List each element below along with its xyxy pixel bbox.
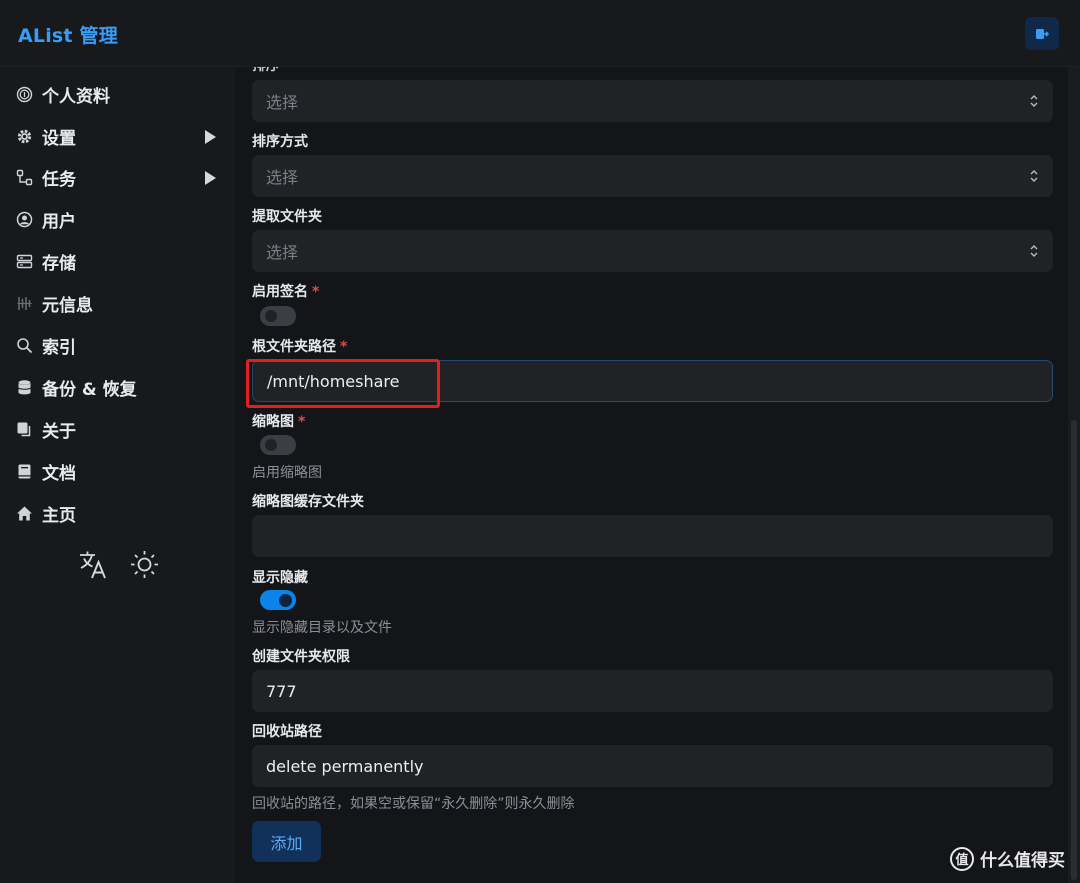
sidebar-item-label: 设置	[42, 128, 76, 149]
translate-icon[interactable]	[78, 549, 109, 584]
sidebar-item-docs[interactable]: 文档	[16, 456, 222, 486]
required-mark: *	[312, 284, 320, 300]
recycle-bin-label: 回收站路径	[252, 724, 322, 740]
extract-folder-label: 提取文件夹	[252, 209, 322, 225]
main-form: 排序 选择 排序方式 选择 提取文件夹 选择 启用签名* 根文件夹路径* /mn…	[235, 67, 1068, 883]
enable-sign-label: 启用签名 *	[252, 281, 319, 301]
watermark: 值 什么值得买	[950, 846, 1065, 871]
label-text: 启用签名	[252, 284, 308, 300]
sidebar-item-label: 个人资料	[42, 86, 110, 107]
order-direction-select[interactable]: 选择	[252, 155, 1053, 197]
sidebar-item-label: 关于	[42, 421, 76, 442]
copy-icon	[16, 419, 36, 439]
scrollbar-thumb[interactable]	[1071, 420, 1077, 880]
order-direction-label: 排序方式	[252, 134, 308, 150]
home-icon	[16, 503, 36, 523]
required-mark: *	[298, 414, 306, 430]
chevron-right-icon	[205, 130, 216, 144]
book-icon	[16, 461, 36, 481]
chevron-right-icon	[205, 171, 216, 185]
recycle-bin-input[interactable]: delete permanently	[252, 745, 1053, 787]
chevron-updown-icon	[1030, 170, 1038, 182]
add-button[interactable]: 添加	[252, 821, 321, 862]
label-text: 根文件夹路径	[252, 339, 336, 355]
root-folder-label: 根文件夹路径 *	[252, 336, 347, 356]
gear-icon	[16, 126, 36, 146]
show-hidden-toggle[interactable]	[260, 590, 296, 610]
sidebar-item-label: 文档	[42, 463, 76, 484]
logout-icon	[1036, 28, 1049, 39]
thumb-cache-input[interactable]	[252, 515, 1053, 557]
app-title[interactable]: AList 管理	[18, 21, 118, 48]
watermark-logo: 值	[950, 846, 974, 871]
thumbnail-label: 缩略图 *	[252, 411, 305, 431]
sidebar-item-index[interactable]: 索引	[16, 330, 222, 360]
chevron-updown-icon	[1030, 95, 1038, 107]
sidebar-item-meta[interactable]: 元信息	[16, 288, 222, 318]
show-hidden-help: 显示隐藏目录以及文件	[252, 620, 392, 636]
order-by-label: 排序	[252, 67, 280, 75]
sidebar-item-label: 主页	[42, 505, 76, 526]
highlight-box	[246, 359, 440, 408]
mkdir-perm-input[interactable]: 777	[252, 670, 1053, 712]
order-by-select[interactable]: 选择	[252, 80, 1053, 122]
mkdir-perm-label: 创建文件夹权限	[252, 649, 350, 665]
chevron-updown-icon	[1030, 245, 1038, 257]
sidebar-item-about[interactable]: 关于	[16, 414, 222, 444]
sidebar: 个人资料 设置 任务 用户 存储 元信息 索引 备份 & 恢复 关于 文档 主页	[0, 67, 235, 883]
sidebar-item-label: 备份 & 恢复	[42, 379, 137, 400]
toggle-knob	[279, 593, 292, 607]
database-icon	[16, 377, 36, 397]
sidebar-item-label: 存储	[42, 253, 76, 274]
sidebar-item-settings[interactable]: 设置	[16, 121, 222, 151]
sun-icon[interactable]	[129, 549, 160, 584]
sidebar-item-label: 任务	[42, 169, 76, 190]
sidebar-tools	[78, 549, 160, 584]
toggle-knob	[265, 439, 277, 451]
select-placeholder: 选择	[266, 243, 299, 262]
sidebar-item-tasks[interactable]: 任务	[16, 162, 222, 192]
user-circle-icon	[16, 209, 36, 229]
sidebar-item-users[interactable]: 用户	[16, 204, 222, 234]
thumb-cache-label: 缩略图缓存文件夹	[252, 494, 364, 510]
sidebar-item-label: 元信息	[42, 295, 93, 316]
select-placeholder: 选择	[266, 93, 299, 112]
top-header: AList 管理	[0, 0, 1080, 67]
logout-button[interactable]	[1025, 17, 1059, 50]
label-text: 缩略图	[252, 414, 294, 430]
watermark-text: 什么值得买	[980, 851, 1065, 871]
input-value: delete permanently	[266, 756, 424, 776]
thumbnail-help: 启用缩略图	[252, 465, 322, 481]
select-placeholder: 选择	[266, 168, 299, 187]
input-value: 777	[266, 681, 297, 701]
toggle-knob	[265, 310, 277, 322]
sidebar-item-label: 用户	[42, 211, 76, 232]
extract-folder-select[interactable]: 选择	[252, 230, 1053, 272]
sidebar-item-backup[interactable]: 备份 & 恢复	[16, 372, 222, 402]
flow-icon	[16, 167, 36, 187]
search-icon	[16, 335, 36, 355]
sidebar-item-profile[interactable]: 个人资料	[16, 79, 222, 109]
meta-icon	[16, 293, 36, 313]
fingerprint-icon	[16, 84, 36, 104]
sidebar-item-home[interactable]: 主页	[16, 498, 222, 528]
thumbnail-toggle[interactable]	[260, 435, 296, 455]
sidebar-item-storage[interactable]: 存储	[16, 246, 222, 276]
required-mark: *	[340, 339, 348, 355]
recycle-bin-help: 回收站的路径，如果空或保留“永久删除”则永久删除	[252, 796, 575, 812]
enable-sign-toggle[interactable]	[260, 306, 296, 326]
sidebar-item-label: 索引	[42, 337, 76, 358]
storage-icon	[16, 251, 36, 271]
show-hidden-label: 显示隐藏	[252, 570, 308, 586]
